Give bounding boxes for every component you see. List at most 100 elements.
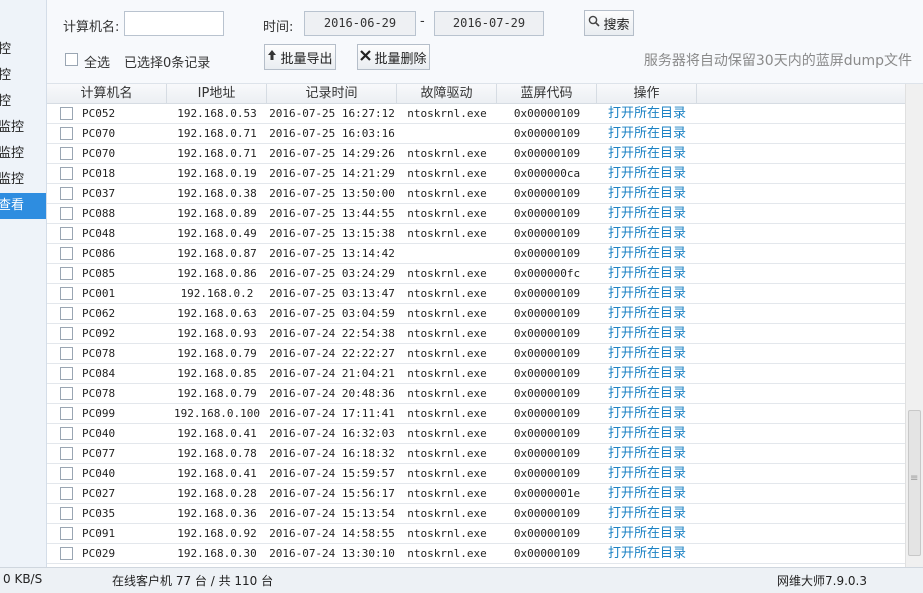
open-directory-link[interactable]: 打开所在目录: [597, 364, 697, 384]
batch-delete-button[interactable]: 批量删除: [357, 44, 430, 70]
row-checkbox[interactable]: [60, 467, 73, 480]
open-directory-link[interactable]: 打开所在目录: [597, 464, 697, 484]
table-row[interactable]: PC091 192.168.0.92 2016-07-24 14:58:55 ntos…: [47, 524, 905, 544]
row-checkbox[interactable]: [60, 127, 73, 140]
sidebar-item-2[interactable]: 控: [0, 63, 46, 89]
open-directory-link[interactable]: 打开所在目录: [597, 204, 697, 224]
table-row[interactable]: PC084 192.168.0.85 2016-07-24 21:04:21 ntos…: [47, 364, 905, 384]
table-row[interactable]: PC001 192.168.0.2 2016-07-25 03:13:47 ntosk…: [47, 284, 905, 304]
open-directory-link[interactable]: 打开所在目录: [597, 404, 697, 424]
open-directory-link[interactable]: 打开所在目录: [597, 544, 697, 564]
open-directory-link[interactable]: 打开所在目录: [597, 164, 697, 184]
header-action[interactable]: 操作: [597, 84, 697, 104]
table-row[interactable]: PC077 192.168.0.78 2016-07-24 16:18:32 ntos…: [47, 444, 905, 464]
open-directory-link[interactable]: 打开所在目录: [597, 304, 697, 324]
row-checkbox[interactable]: [60, 427, 73, 440]
row-checkbox[interactable]: [60, 247, 73, 260]
row-checkbox[interactable]: [60, 287, 73, 300]
table-row[interactable]: PC078 192.168.0.79 2016-07-24 22:22:27 ntos…: [47, 344, 905, 364]
open-directory-link[interactable]: 打开所在目录: [597, 264, 697, 284]
row-checkbox[interactable]: [60, 387, 73, 400]
scrollbar-thumb[interactable]: [908, 410, 921, 556]
table-row[interactable]: PC018 192.168.0.19 2016-07-25 14:21:29 ntos…: [47, 164, 905, 184]
batch-export-button[interactable]: 批量导出: [264, 44, 336, 70]
cell-fault-driver: [397, 244, 497, 264]
header-ip[interactable]: IP地址: [167, 84, 267, 104]
cell-computer-name: PC086: [82, 247, 116, 260]
open-directory-link[interactable]: 打开所在目录: [597, 504, 697, 524]
table-row[interactable]: PC027 192.168.0.28 2016-07-24 15:56:17 ntos…: [47, 484, 905, 504]
open-directory-link[interactable]: 打开所在目录: [597, 424, 697, 444]
table-row[interactable]: PC037 192.168.0.38 2016-07-25 13:50:00 ntos…: [47, 184, 905, 204]
row-checkbox[interactable]: [60, 347, 73, 360]
row-checkbox[interactable]: [60, 267, 73, 280]
open-directory-link[interactable]: 打开所在目录: [597, 384, 697, 404]
open-directory-link[interactable]: 打开所在目录: [597, 344, 697, 364]
header-bluescreen-code[interactable]: 蓝屏代码: [497, 84, 597, 104]
table-row[interactable]: PC048 192.168.0.49 2016-07-25 13:15:38 ntos…: [47, 224, 905, 244]
table-row[interactable]: PC092 192.168.0.93 2016-07-24 22:54:38 ntos…: [47, 324, 905, 344]
table-row[interactable]: PC085 192.168.0.86 2016-07-25 03:24:29 ntos…: [47, 264, 905, 284]
row-checkbox[interactable]: [60, 447, 73, 460]
row-checkbox[interactable]: [60, 227, 73, 240]
vertical-scrollbar[interactable]: [905, 84, 923, 567]
sidebar-item-6[interactable]: 监控: [0, 167, 46, 193]
table-row[interactable]: PC035 192.168.0.36 2016-07-24 15:13:54 ntos…: [47, 504, 905, 524]
open-directory-link[interactable]: 打开所在目录: [597, 324, 697, 344]
sidebar-item-1[interactable]: 控: [0, 37, 46, 63]
table-row[interactable]: PC088 192.168.0.89 2016-07-25 13:44:55 ntos…: [47, 204, 905, 224]
cell-ip: 192.168.0.100: [173, 407, 261, 420]
date-from-input[interactable]: 2016-06-29: [304, 11, 416, 36]
sidebar-item-bluescreen-view[interactable]: 查看: [0, 193, 46, 219]
table-row[interactable]: PC062 192.168.0.63 2016-07-25 03:04:59 ntos…: [47, 304, 905, 324]
table-row[interactable]: PC086 192.168.0.87 2016-07-25 13:14:42 0x00…: [47, 244, 905, 264]
table-row[interactable]: PC070 192.168.0.71 2016-07-25 16:03:16 0x00…: [47, 124, 905, 144]
table-row[interactable]: PC099 192.168.0.100 2016-07-24 17:11:41 nto…: [47, 404, 905, 424]
sidebar-item-4[interactable]: 监控: [0, 115, 46, 141]
open-directory-link[interactable]: 打开所在目录: [597, 444, 697, 464]
sidebar-item-3[interactable]: 控: [0, 89, 46, 115]
header-fault-driver[interactable]: 故障驱动: [397, 84, 497, 104]
open-directory-link[interactable]: 打开所在目录: [597, 124, 697, 144]
open-directory-link[interactable]: 打开所在目录: [597, 224, 697, 244]
row-checkbox[interactable]: [60, 407, 73, 420]
row-checkbox[interactable]: [60, 187, 73, 200]
date-to-input[interactable]: 2016-07-29: [434, 11, 544, 36]
table-row[interactable]: PC040 192.168.0.41 2016-07-24 16:32:03 ntos…: [47, 424, 905, 444]
open-directory-link[interactable]: 打开所在目录: [597, 184, 697, 204]
row-checkbox[interactable]: [60, 207, 73, 220]
open-directory-link[interactable]: 打开所在目录: [597, 244, 697, 264]
open-directory-link[interactable]: 打开所在目录: [597, 484, 697, 504]
table-row[interactable]: PC078 192.168.0.79 2016-07-24 20:48:36 ntos…: [47, 384, 905, 404]
table-row[interactable]: PC070 192.168.0.71 2016-07-25 14:29:26 ntos…: [47, 144, 905, 164]
cell-computer-name: PC099: [82, 407, 116, 420]
open-directory-link[interactable]: 打开所在目录: [597, 524, 697, 544]
retention-notice: 服务器将自动保留30天内的蓝屏dump文件: [643, 53, 912, 69]
table-row[interactable]: PC029 192.168.0.30 2016-07-24 13:30:10 ntos…: [47, 544, 905, 564]
cell-bluescreen-code: 0x00000109: [513, 527, 581, 540]
search-button[interactable]: 搜索: [584, 10, 634, 36]
open-directory-link[interactable]: 打开所在目录: [597, 284, 697, 304]
open-directory-link[interactable]: 打开所在目录: [597, 144, 697, 164]
sidebar-item-5[interactable]: 监控: [0, 141, 46, 167]
row-checkbox[interactable]: [60, 507, 73, 520]
row-checkbox[interactable]: [60, 487, 73, 500]
row-checkbox[interactable]: [60, 107, 73, 120]
header-computer-name[interactable]: 计算机名: [47, 84, 167, 104]
row-checkbox[interactable]: [60, 367, 73, 380]
row-checkbox[interactable]: [60, 327, 73, 340]
computer-name-input[interactable]: [124, 11, 224, 36]
row-checkbox[interactable]: [60, 307, 73, 320]
table-header: 计算机名 IP地址 记录时间 故障驱动 蓝屏代码 操作: [47, 84, 905, 104]
row-checkbox[interactable]: [60, 147, 73, 160]
cell-bluescreen-code: 0x00000109: [513, 307, 581, 320]
cell-fault-driver: ntoskrnl.exe: [407, 307, 487, 320]
table-row[interactable]: PC040 192.168.0.41 2016-07-24 15:59:57 ntos…: [47, 464, 905, 484]
row-checkbox[interactable]: [60, 547, 73, 560]
select-all-checkbox[interactable]: [65, 53, 78, 66]
row-checkbox[interactable]: [60, 527, 73, 540]
header-record-time[interactable]: 记录时间: [267, 84, 397, 104]
open-directory-link[interactable]: 打开所在目录: [597, 104, 697, 124]
row-checkbox[interactable]: [60, 167, 73, 180]
table-row[interactable]: PC052 192.168.0.53 2016-07-25 16:27:12 ntos…: [47, 104, 905, 124]
